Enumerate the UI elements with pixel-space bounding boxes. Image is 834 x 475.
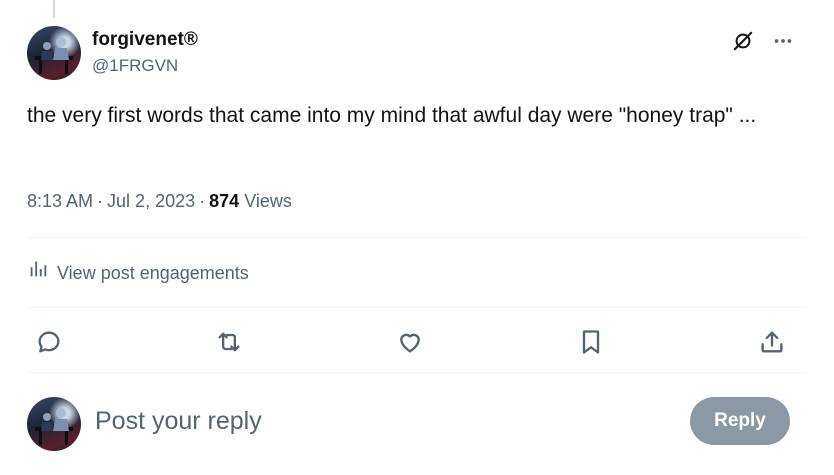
author-avatar[interactable]	[27, 26, 81, 80]
bookmark-icon[interactable]	[577, 328, 605, 361]
thread-connector-line	[53, 0, 55, 18]
reply-input[interactable]: Post your reply	[95, 404, 262, 438]
engagements-label: View post engagements	[57, 263, 249, 283]
post-text: the very first words that came into my m…	[27, 104, 757, 127]
divider	[27, 372, 807, 373]
views-count: 874	[209, 191, 240, 211]
post-actions-bar	[27, 322, 797, 362]
reply-avatar	[27, 397, 81, 451]
bar-chart-icon	[27, 258, 49, 288]
author-display-name[interactable]: forgivenet®	[92, 28, 198, 52]
divider	[27, 237, 807, 238]
view-engagements-link[interactable]: View post engagements	[27, 258, 249, 288]
reply-icon[interactable]	[35, 328, 63, 361]
meta-separator: ·	[199, 191, 206, 211]
repost-icon[interactable]	[215, 328, 243, 361]
views-label: Views	[244, 191, 292, 211]
heart-icon[interactable]	[396, 328, 424, 361]
share-icon[interactable]	[758, 328, 786, 361]
author-handle[interactable]: @1FRGVN	[92, 54, 178, 78]
reply-button[interactable]: Reply	[690, 397, 790, 445]
grok-slash-icon[interactable]	[732, 30, 754, 52]
post-time[interactable]: 8:13 AM	[27, 191, 93, 211]
meta-separator: ·	[97, 191, 104, 211]
more-dots-icon[interactable]	[772, 30, 794, 52]
divider	[27, 307, 807, 308]
post-date[interactable]: Jul 2, 2023	[107, 191, 195, 211]
post-meta: 8:13 AM · Jul 2, 2023 · 874 Views	[27, 188, 292, 214]
